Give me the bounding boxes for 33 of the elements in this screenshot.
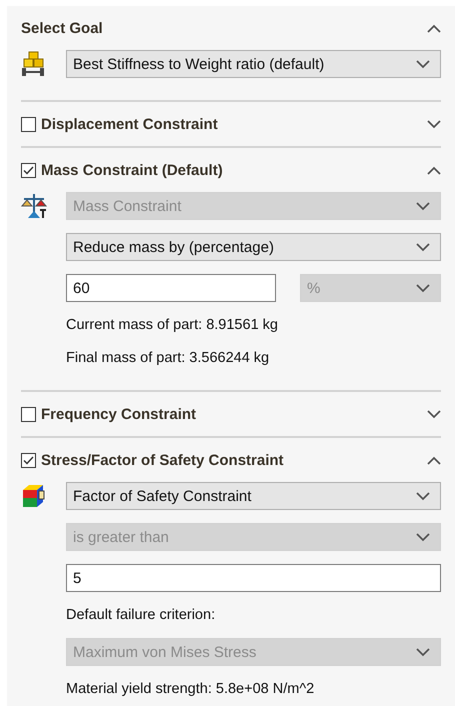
caret-icon xyxy=(416,202,430,210)
checkbox[interactable] xyxy=(21,162,36,178)
caret-icon xyxy=(416,60,430,68)
balance-scale-icon xyxy=(21,193,47,219)
info-text: Current mass of part: 8.91561 kg xyxy=(66,316,279,335)
info-text: Material yield strength: 5.8e+08 N/m^2 xyxy=(66,680,316,699)
info-text: Final mass of part: 3.566244 kg xyxy=(66,349,270,368)
dropdown[interactable]: Best Stiffness to Weight ratio (default) xyxy=(66,50,441,78)
section-title: Select Goal xyxy=(21,20,104,36)
collapse-chevron-icon xyxy=(427,166,441,174)
checkbox[interactable] xyxy=(21,452,36,468)
blocks-icon xyxy=(21,51,47,77)
input-field[interactable]: 60 xyxy=(66,274,276,302)
caret-icon xyxy=(416,492,430,500)
checkbox[interactable] xyxy=(21,406,36,422)
expand-chevron-icon xyxy=(427,410,441,418)
section-title: Displacement Constraint xyxy=(41,116,219,132)
dropdown[interactable]: Reduce mass by (percentage) xyxy=(66,233,441,261)
checkbox[interactable] xyxy=(21,116,36,132)
info-text: Default failure criterion: xyxy=(66,606,216,625)
section-title: Stress/Factor of Safety Constraint xyxy=(41,452,285,468)
input-field[interactable]: 5 xyxy=(66,564,441,592)
dropdown[interactable]: Factor of Safety Constraint xyxy=(66,482,441,510)
caret-icon xyxy=(416,242,430,252)
collapse-chevron-icon xyxy=(427,24,441,32)
expand-chevron-icon xyxy=(427,120,441,128)
caret-icon xyxy=(416,532,430,542)
caret-icon xyxy=(416,284,430,292)
colored-cube-icon xyxy=(21,483,47,509)
collapse-chevron-icon xyxy=(427,456,441,464)
section-title: Frequency Constraint xyxy=(41,406,198,422)
caret-icon xyxy=(416,648,430,656)
section-title: Mass Constraint (Default) xyxy=(41,162,224,178)
